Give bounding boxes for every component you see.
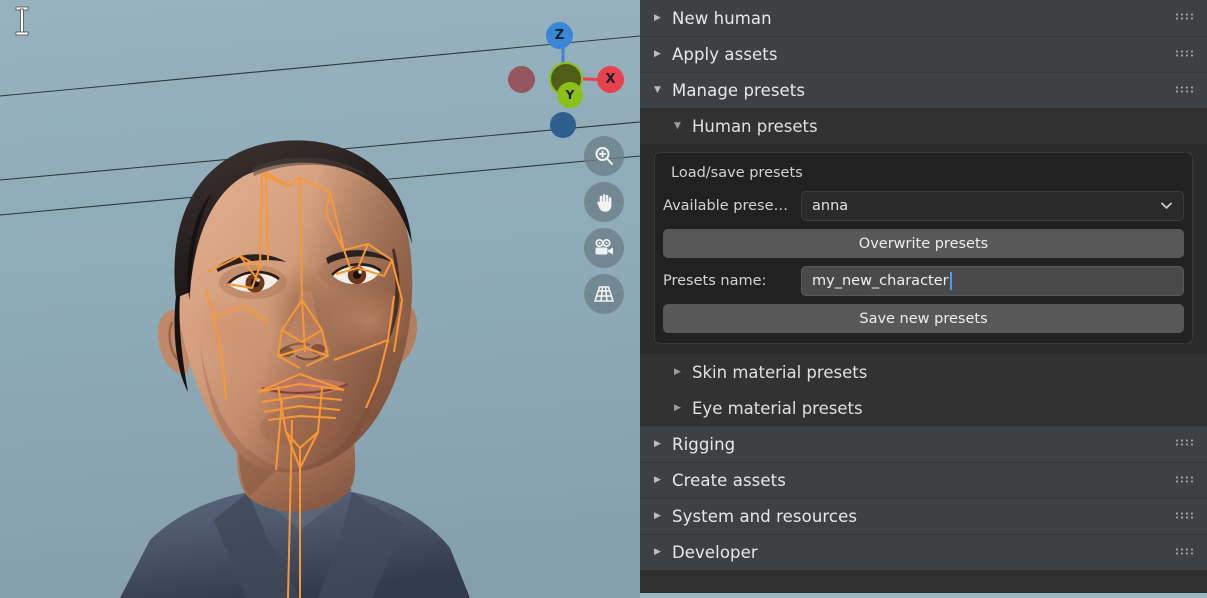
chevron-down-icon: ▼ xyxy=(654,85,661,95)
3d-viewport[interactable]: Z X Y xyxy=(0,0,640,598)
panel-label-manage-presets: Manage presets xyxy=(672,81,806,100)
subpanel-header-human-presets[interactable]: ▼ Human presets xyxy=(640,108,1207,144)
drag-handle-icon[interactable] xyxy=(1176,476,1195,485)
drag-handle-icon[interactable] xyxy=(1176,50,1195,59)
subpanel-header-skin-material-presets[interactable]: ▶ Skin material presets xyxy=(640,354,1207,390)
load-save-presets-title: Load/save presets xyxy=(671,165,803,181)
humgen-sidebar[interactable]: ▶ New human ▶ Apply assets ▼ Manage pres… xyxy=(640,0,1207,598)
chevron-right-icon: ▶ xyxy=(654,511,661,521)
panel-label-rigging: Rigging xyxy=(672,434,736,454)
presets-name-row: Presets name: my_new_character xyxy=(663,266,1184,296)
gizmo-label-y: Y xyxy=(565,88,575,102)
available-presets-label: Available prese… xyxy=(663,198,788,214)
drag-handle-icon[interactable] xyxy=(1176,512,1195,521)
presets-name-input[interactable]: my_new_character xyxy=(801,266,1184,296)
manage-presets-content: ▼ Human presets Load/save presets Availa… xyxy=(640,108,1207,426)
available-presets-value: anna xyxy=(812,198,849,214)
drag-handle-icon[interactable] xyxy=(1176,439,1195,449)
gizmo-ball-y[interactable]: Y xyxy=(557,82,583,108)
subpanel-label-human-presets: Human presets xyxy=(692,116,818,136)
chevron-right-icon: ▶ xyxy=(654,12,661,23)
chevron-right-icon: ▶ xyxy=(654,438,661,449)
chevron-right-icon: ▶ xyxy=(674,367,681,377)
gizmo-ball-z[interactable]: Z xyxy=(546,22,573,49)
available-presets-dropdown[interactable]: anna xyxy=(801,191,1184,221)
chevron-down-icon xyxy=(1160,198,1173,214)
gizmo-ball-negz[interactable] xyxy=(550,112,576,138)
panel-label-apply-assets: Apply assets xyxy=(672,45,778,64)
text-caret xyxy=(949,272,952,290)
axis-gizmo[interactable]: Z X Y xyxy=(495,8,635,138)
gizmo-ball-negx[interactable] xyxy=(508,66,535,93)
chevron-down-icon: ▼ xyxy=(674,121,681,131)
panel-header-system-and-resources[interactable]: ▶ System and resources xyxy=(640,498,1207,534)
chevron-right-icon: ▶ xyxy=(674,403,681,413)
panel-header-new-human[interactable]: ▶ New human xyxy=(640,0,1207,36)
gizmo-label-z: Z xyxy=(554,28,565,43)
camera-icon[interactable] xyxy=(584,228,624,268)
viewport-nav-buttons[interactable] xyxy=(584,136,624,314)
sidebar-bottom-strip xyxy=(640,593,1207,598)
available-presets-row: Available prese… anna xyxy=(663,191,1184,221)
overwrite-presets-button[interactable]: Overwrite presets xyxy=(663,229,1184,258)
chevron-right-icon: ▶ xyxy=(654,475,661,485)
panel-label-developer: Developer xyxy=(672,543,758,562)
chevron-right-icon: ▶ xyxy=(654,547,661,557)
drag-handle-icon[interactable] xyxy=(1176,13,1195,23)
panel-label-new-human: New human xyxy=(672,8,772,28)
panel-label-system-and-resources: System and resources xyxy=(672,507,858,526)
chevron-right-icon: ▶ xyxy=(654,49,661,59)
presets-name-value: my_new_character xyxy=(812,273,949,289)
panel-header-apply-assets[interactable]: ▶ Apply assets xyxy=(640,36,1207,72)
presets-name-label: Presets name: xyxy=(663,273,767,289)
save-new-presets-button[interactable]: Save new presets xyxy=(663,304,1184,333)
grid-perspective-icon[interactable] xyxy=(584,274,624,314)
panel-header-rigging[interactable]: ▶ Rigging xyxy=(640,426,1207,462)
gizmo-ball-x[interactable]: X xyxy=(597,66,624,93)
subpanel-label-eye-material-presets: Eye material presets xyxy=(692,398,863,418)
load-save-presets-box: Load/save presets Available prese… anna … xyxy=(654,152,1193,344)
panel-header-manage-presets[interactable]: ▼ Manage presets xyxy=(640,72,1207,108)
hand-pan-icon[interactable] xyxy=(584,182,624,222)
gizmo-label-x: X xyxy=(605,72,616,87)
drag-handle-icon[interactable] xyxy=(1176,548,1195,557)
zoom-in-icon[interactable] xyxy=(584,136,624,176)
panel-header-create-assets[interactable]: ▶ Create assets xyxy=(640,462,1207,498)
panel-header-developer[interactable]: ▶ Developer xyxy=(640,534,1207,570)
drag-handle-icon[interactable] xyxy=(1176,86,1195,95)
subpanel-header-eye-material-presets[interactable]: ▶ Eye material presets xyxy=(640,390,1207,426)
subpanel-label-skin-material-presets: Skin material presets xyxy=(692,362,868,382)
panel-label-create-assets: Create assets xyxy=(672,471,786,490)
